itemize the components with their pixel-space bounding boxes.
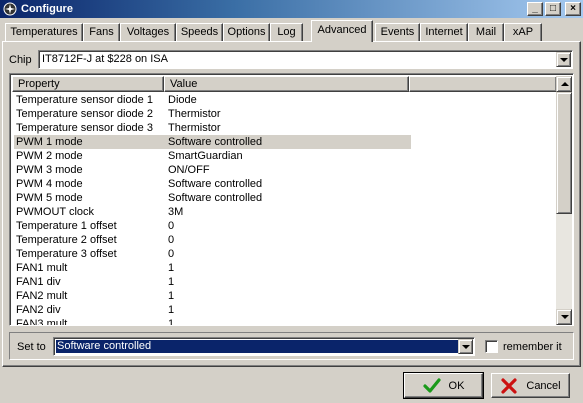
list-item[interactable]: Temperature 3 offset 0 <box>12 247 557 261</box>
property-cell: Temperature sensor diode 3 <box>16 122 153 134</box>
arrow-up-icon <box>561 82 569 86</box>
value-cell: Software controlled <box>168 178 263 190</box>
value-cell: Thermistor <box>168 108 221 120</box>
property-cell: FAN1 div <box>16 276 61 288</box>
column-header-value[interactable]: Value <box>164 76 409 92</box>
vertical-scrollbar[interactable] <box>556 76 572 325</box>
chevron-down-icon <box>560 58 568 62</box>
list-item[interactable]: PWM 4 mode Software controlled <box>12 177 557 191</box>
property-cell: Temperature sensor diode 2 <box>16 108 153 120</box>
chip-label: Chip <box>9 54 32 66</box>
remember-it-checkbox[interactable] <box>485 340 498 353</box>
tab-strip: Temperatures Fans Voltages Speeds Option… <box>3 20 581 42</box>
property-cell: PWMOUT clock <box>16 206 95 218</box>
tab-internet[interactable]: Internet <box>420 23 468 41</box>
cancel-button[interactable]: Cancel <box>491 373 570 398</box>
ok-button[interactable]: OK <box>403 372 484 399</box>
tab-fans[interactable]: Fans <box>83 23 120 41</box>
window-title: Configure <box>21 3 73 15</box>
value-cell: Software controlled <box>168 136 263 148</box>
list-item[interactable]: FAN1 mult 1 <box>12 261 557 275</box>
checkmark-icon <box>422 377 441 395</box>
tab-speeds[interactable]: Speeds <box>176 23 223 41</box>
list-item[interactable]: FAN2 div 1 <box>12 303 557 317</box>
value-cell: ON/OFF <box>168 164 210 176</box>
value-cell: 0 <box>168 220 175 232</box>
chip-dropdown-button[interactable] <box>556 52 571 67</box>
scroll-thumb[interactable] <box>556 92 572 214</box>
tab-xap[interactable]: xAP <box>504 23 542 41</box>
list-header: Property Value <box>12 76 557 92</box>
tab-events[interactable]: Events <box>375 23 420 41</box>
list-item[interactable]: Temperature 1 offset 0 <box>12 219 557 233</box>
list-rows: Temperature sensor diode 1 Diode Temperatu… <box>12 93 557 326</box>
value-cell: 1 <box>168 276 175 288</box>
list-item[interactable]: PWMOUT clock 3M <box>12 205 557 219</box>
property-cell: FAN2 div <box>16 304 61 316</box>
close-button[interactable]: × <box>565 2 581 16</box>
chevron-down-icon <box>462 345 470 349</box>
scroll-down-button[interactable] <box>556 309 572 325</box>
set-to-select[interactable]: Software controlled <box>53 337 475 356</box>
list-item[interactable]: FAN1 div 1 <box>12 275 557 289</box>
property-cell: PWM 5 mode <box>16 192 83 204</box>
value-cell: 3M <box>168 206 184 218</box>
app-icon <box>3 2 17 16</box>
x-mark-icon <box>500 377 518 395</box>
tab-temperatures[interactable]: Temperatures <box>5 23 83 41</box>
scroll-up-button[interactable] <box>556 76 572 92</box>
list-item[interactable]: Temperature 2 offset 0 <box>12 233 557 247</box>
tab-voltages[interactable]: Voltages <box>120 23 176 41</box>
value-cell: Diode <box>168 94 197 106</box>
list-item[interactable]: Temperature sensor diode 3 Thermistor <box>12 121 557 135</box>
maximize-button[interactable]: □ <box>545 2 561 16</box>
list-item[interactable]: PWM 1 mode Software controlled <box>12 135 557 149</box>
ok-button-label: OK <box>448 379 465 392</box>
tab-log[interactable]: Log <box>270 23 303 41</box>
value-cell: 1 <box>168 262 175 274</box>
set-to-dropdown-button[interactable] <box>458 339 473 354</box>
property-cell: PWM 1 mode <box>16 136 83 148</box>
minimize-button[interactable]: _ <box>527 2 543 16</box>
chip-select-value: IT8712F-J at $228 on ISA <box>42 53 168 65</box>
value-cell: 0 <box>168 248 175 260</box>
list-item[interactable]: Temperature sensor diode 1 Diode <box>12 93 557 107</box>
list-item[interactable]: PWM 3 mode ON/OFF <box>12 163 557 177</box>
tab-mail[interactable]: Mail <box>468 23 504 41</box>
value-cell: 1 <box>168 290 175 302</box>
property-cell: FAN1 mult <box>16 262 68 274</box>
tab-options[interactable]: Options <box>223 23 270 41</box>
property-list[interactable]: Property Value Temperature sensor diode … <box>9 73 574 326</box>
value-cell: 1 <box>168 318 175 326</box>
value-cell: SmartGuardian <box>168 150 243 162</box>
property-cell: Temperature sensor diode 1 <box>16 94 153 106</box>
cancel-button-label: Cancel <box>526 379 561 392</box>
property-cell: PWM 3 mode <box>16 164 83 176</box>
value-cell: 0 <box>168 234 175 246</box>
property-cell: Temperature 3 offset <box>16 248 117 260</box>
set-to-label: Set to <box>17 341 46 353</box>
tab-advanced[interactable]: Advanced <box>311 20 373 42</box>
property-cell: PWM 2 mode <box>16 150 83 162</box>
property-cell: PWM 4 mode <box>16 178 83 190</box>
chip-select[interactable]: IT8712F-J at $228 on ISA <box>38 50 573 69</box>
column-header-filler <box>409 76 557 92</box>
property-cell: Temperature 1 offset <box>16 220 117 232</box>
list-item[interactable]: PWM 5 mode Software controlled <box>12 191 557 205</box>
set-to-select-value: Software controlled <box>55 339 459 354</box>
value-cell: Thermistor <box>168 122 221 134</box>
property-cell: FAN2 mult <box>16 290 68 302</box>
list-item[interactable]: FAN2 mult 1 <box>12 289 557 303</box>
arrow-down-icon <box>561 315 569 319</box>
property-cell: Temperature 2 offset <box>16 234 117 246</box>
title-bar[interactable]: Configure _ □ × <box>0 0 583 18</box>
remember-it-label[interactable]: remember it <box>503 341 562 353</box>
list-item[interactable]: PWM 2 mode SmartGuardian <box>12 149 557 163</box>
value-cell: 1 <box>168 304 175 316</box>
value-cell: Software controlled <box>168 192 263 204</box>
list-item[interactable]: FAN3 mult 1 <box>12 317 557 326</box>
column-header-property[interactable]: Property <box>12 76 164 92</box>
property-cell: FAN3 mult <box>16 318 68 326</box>
list-item[interactable]: Temperature sensor diode 2 Thermistor <box>12 107 557 121</box>
